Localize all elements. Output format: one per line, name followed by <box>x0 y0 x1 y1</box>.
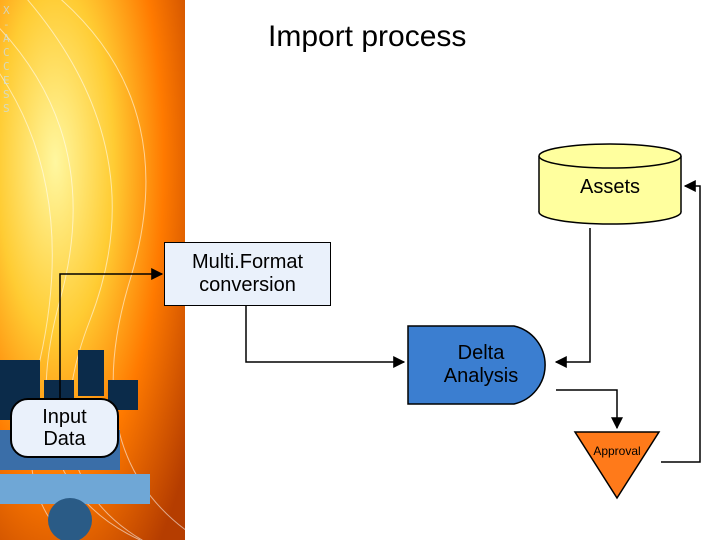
node-approval-label: Approval <box>573 444 661 458</box>
svg-text:C: C <box>3 46 10 59</box>
svg-text:E: E <box>3 74 10 87</box>
node-multiformat: Multi.Format conversion <box>164 242 331 306</box>
node-delta-analysis: Delta Analysis <box>406 324 556 406</box>
node-multiformat-label: Multi.Format conversion <box>192 251 303 297</box>
node-assets-label: Assets <box>537 176 683 199</box>
svg-text:S: S <box>3 102 10 115</box>
node-input-label: Input Data <box>42 406 86 450</box>
sidebar-decorative-image: X-A CCE SS <box>0 0 185 540</box>
node-input-data: Input Data <box>10 398 119 458</box>
node-assets: Assets <box>537 142 683 226</box>
svg-text:S: S <box>3 88 10 101</box>
svg-text:-: - <box>3 18 10 31</box>
diagram-title: Import process <box>268 20 466 54</box>
diagram-canvas: X-A CCE SS Import process <box>0 0 720 540</box>
svg-text:X: X <box>3 4 10 17</box>
svg-text:C: C <box>3 60 10 73</box>
svg-text:A: A <box>3 32 10 45</box>
node-approval: Approval <box>573 430 661 500</box>
node-delta-label: Delta Analysis <box>406 342 556 388</box>
